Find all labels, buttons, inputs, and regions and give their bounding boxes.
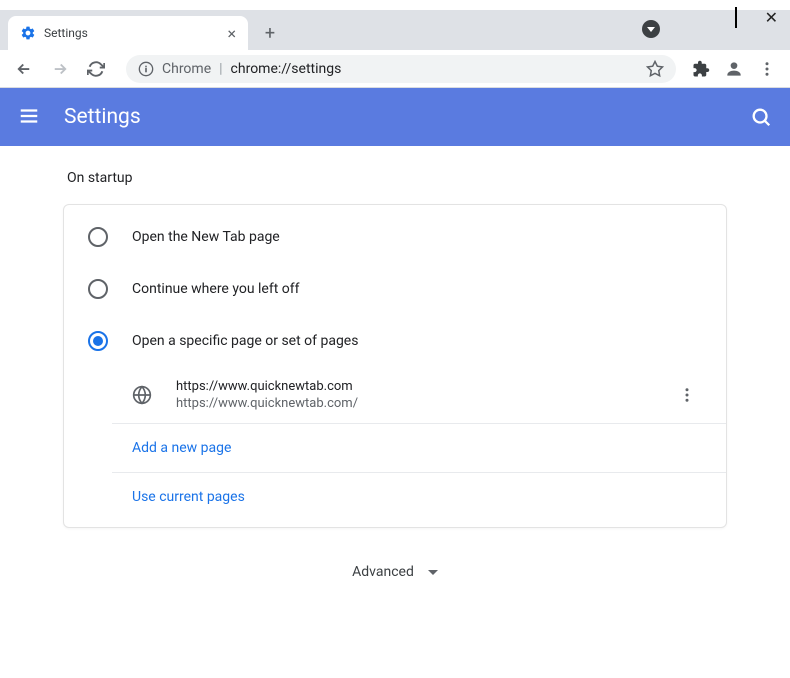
info-icon: [138, 61, 154, 77]
page-header: Settings: [0, 88, 790, 146]
chevron-down-icon: [428, 570, 438, 575]
omnibox-url: chrome://settings: [231, 61, 342, 77]
radio-label: Open a specific page or set of pages: [132, 333, 358, 349]
new-tab-button[interactable]: +: [256, 19, 284, 47]
radio-label: Continue where you left off: [132, 281, 300, 297]
gear-icon: [20, 25, 36, 41]
forward-button[interactable]: [46, 55, 74, 83]
page-item-url: https://www.quicknewtab.com/: [176, 396, 672, 411]
kebab-menu-icon[interactable]: [758, 60, 776, 78]
startup-pages-list: https://www.quicknewtab.com https://www.…: [64, 367, 726, 521]
use-current-pages-link[interactable]: Use current pages: [112, 473, 726, 521]
add-new-page-link[interactable]: Add a new page: [112, 424, 726, 473]
tabs-dropdown[interactable]: [642, 20, 660, 38]
extensions-icon[interactable]: [692, 60, 710, 78]
chevron-down-icon: [642, 20, 660, 38]
omnibox-scheme: Chrome: [162, 61, 211, 77]
radio-icon: [88, 279, 108, 299]
startup-option-continue[interactable]: Continue where you left off: [64, 263, 726, 315]
startup-option-specific[interactable]: Open a specific page or set of pages: [64, 315, 726, 367]
content-area: On startup Open the New Tab page Continu…: [0, 146, 790, 678]
startup-card: Open the New Tab page Continue where you…: [63, 204, 727, 528]
tab-close-button[interactable]: ×: [227, 24, 236, 43]
close-window-button[interactable]: ✕: [765, 8, 778, 27]
tab-settings[interactable]: Settings ×: [8, 16, 248, 50]
section-title: On startup: [67, 170, 727, 186]
page-title: Settings: [64, 105, 141, 129]
reload-button[interactable]: [82, 55, 110, 83]
advanced-label: Advanced: [352, 564, 414, 580]
address-bar[interactable]: Chrome | chrome://settings: [126, 55, 676, 83]
globe-icon: [132, 385, 152, 405]
startup-option-newtab[interactable]: Open the New Tab page: [64, 211, 726, 263]
tab-title: Settings: [44, 26, 219, 40]
window-controls: ✕: [707, 8, 778, 27]
profile-icon[interactable]: [724, 59, 744, 79]
maximize-button[interactable]: [735, 8, 737, 27]
omnibox-separator: |: [219, 61, 222, 77]
startup-page-item: https://www.quicknewtab.com https://www.…: [112, 367, 726, 424]
titlebar: [0, 0, 790, 10]
advanced-toggle[interactable]: Advanced: [63, 528, 727, 604]
back-button[interactable]: [10, 55, 38, 83]
radio-label: Open the New Tab page: [132, 229, 280, 245]
tab-strip: Settings × +: [0, 10, 790, 50]
page-item-menu-button[interactable]: [672, 386, 702, 404]
bookmark-star-icon[interactable]: [646, 60, 664, 78]
hamburger-menu-icon[interactable]: [18, 105, 42, 129]
toolbar: Chrome | chrome://settings: [0, 50, 790, 88]
radio-icon: [88, 331, 108, 351]
search-icon[interactable]: [750, 106, 772, 128]
page-item-title: https://www.quicknewtab.com: [176, 379, 672, 394]
radio-icon: [88, 227, 108, 247]
